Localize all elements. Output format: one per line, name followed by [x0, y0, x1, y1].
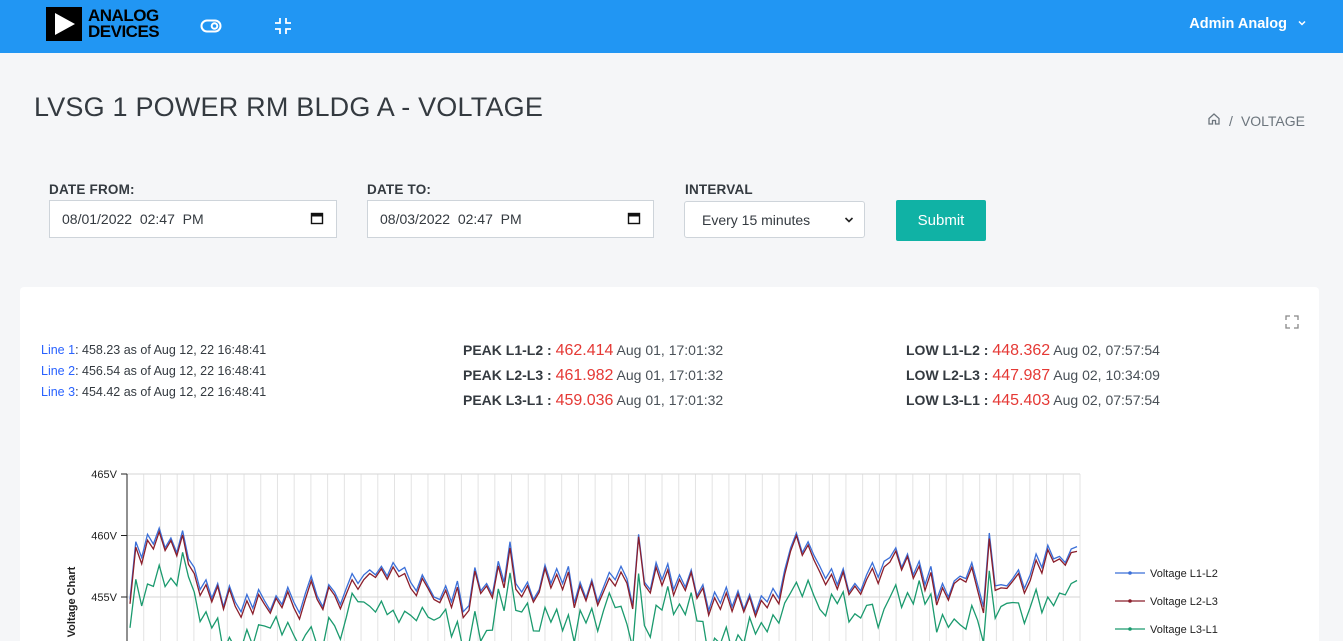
- line-readings: Line 1: 458.23 as of Aug 12, 22 16:48:41…: [41, 340, 266, 403]
- low-row: LOW L1-L2 : 448.362 Aug 02, 07:57:54: [906, 342, 1160, 359]
- legend-item[interactable]: Voltage L1-L2: [1115, 568, 1218, 580]
- line-label[interactable]: Line 1: [41, 343, 75, 357]
- legend-marker: [1128, 599, 1132, 603]
- chart-series: [129, 526, 1078, 641]
- y-tick-label: 460V: [91, 531, 117, 543]
- date-to-label: DATE TO:: [367, 182, 432, 197]
- user-menu[interactable]: Admin Analog: [1189, 16, 1307, 32]
- low-readings: LOW L1-L2 : 448.362 Aug 02, 07:57:54 LOW…: [906, 338, 1160, 413]
- y-tick-label: 465V: [91, 469, 117, 481]
- chevron-down-icon: [844, 212, 854, 228]
- line-reading: Line 2: 456.54 as of Aug 12, 22 16:48:41: [41, 364, 267, 378]
- legend-item[interactable]: Voltage L2-L3: [1115, 596, 1218, 608]
- line-label[interactable]: Line 3: [41, 385, 75, 399]
- legend-label: Voltage L2-L3: [1150, 596, 1218, 608]
- interval-value: Every 15 minutes: [702, 211, 811, 228]
- legend-marker: [1128, 571, 1132, 575]
- line-reading: Line 3: 454.42 as of Aug 12, 22 16:48:41: [41, 385, 267, 399]
- breadcrumb-current: VOLTAGE: [1240, 112, 1305, 129]
- chart-legend: Voltage L1-L2 Voltage L2-L3 Voltage L3-L1: [1115, 568, 1218, 636]
- calendar-icon[interactable]: [627, 211, 641, 228]
- y-axis-ticks: 465V 460V 455V: [91, 469, 128, 641]
- home-icon[interactable]: [1207, 112, 1221, 129]
- y-tick-label: 455V: [91, 592, 117, 604]
- line-reading: Line 1: 458.23 as of Aug 12, 22 16:48:41: [41, 343, 267, 357]
- date-from-value: 08/01/2022 02:47 PM: [62, 211, 204, 227]
- submit-button[interactable]: Submit: [896, 200, 986, 241]
- date-to-value: 08/03/2022 02:47 PM: [380, 211, 522, 227]
- logo-line2: DEVICES: [88, 22, 160, 41]
- top-bar: ANALOG DEVICES Admin Analog: [0, 0, 1343, 53]
- voltage-chart[interactable]: 465V 460V 455V Voltage Chart Voltage L1-L2…: [40, 462, 1270, 641]
- fullscreen-icon[interactable]: [1284, 314, 1300, 330]
- logo-triangle-icon: [46, 7, 82, 41]
- page-title: LVSG 1 POWER RM BLDG A - VOLTAGE: [34, 92, 544, 122]
- y-axis-label: Voltage Chart: [66, 566, 78, 637]
- interval-label: INTERVAL: [685, 182, 753, 197]
- date-from-input[interactable]: 08/01/2022 02:47 PM: [49, 200, 337, 238]
- analog-devices-logo[interactable]: ANALOG DEVICES: [46, 7, 160, 41]
- peak-row: PEAK L3-L1 : 459.036 Aug 01, 17:01:32: [463, 392, 724, 409]
- legend-label: Voltage L1-L2: [1150, 568, 1218, 580]
- calendar-icon[interactable]: [310, 211, 324, 228]
- interval-select[interactable]: Every 15 minutes: [684, 201, 865, 238]
- legend-item[interactable]: Voltage L3-L1: [1115, 624, 1218, 636]
- legend-label: Voltage L3-L1: [1150, 624, 1218, 636]
- compress-icon[interactable]: [271, 14, 295, 38]
- date-from-label: DATE FROM:: [49, 182, 135, 197]
- peak-readings: PEAK L1-L2 : 462.414 Aug 01, 17:01:32 PE…: [463, 338, 723, 413]
- peak-row: PEAK L2-L3 : 461.982 Aug 01, 17:01:32: [463, 367, 724, 384]
- user-name: Admin Analog: [1189, 16, 1287, 32]
- low-row: LOW L3-L1 : 445.403 Aug 02, 07:57:54: [906, 392, 1160, 409]
- low-row: LOW L2-L3 : 447.987 Aug 02, 10:34:09: [906, 367, 1160, 384]
- date-to-input[interactable]: 08/03/2022 02:47 PM: [367, 200, 654, 238]
- chevron-down-icon: [1297, 18, 1307, 31]
- legend-marker: [1128, 627, 1132, 631]
- peak-row: PEAK L1-L2 : 462.414 Aug 01, 17:01:32: [463, 342, 724, 359]
- chart-grid: [126, 473, 1081, 641]
- breadcrumb: / VOLTAGE: [1207, 112, 1305, 129]
- toggle-icon[interactable]: [199, 14, 223, 38]
- series-line-voltage-l1-l2[interactable]: [129, 526, 1078, 616]
- line-label[interactable]: Line 2: [41, 364, 75, 378]
